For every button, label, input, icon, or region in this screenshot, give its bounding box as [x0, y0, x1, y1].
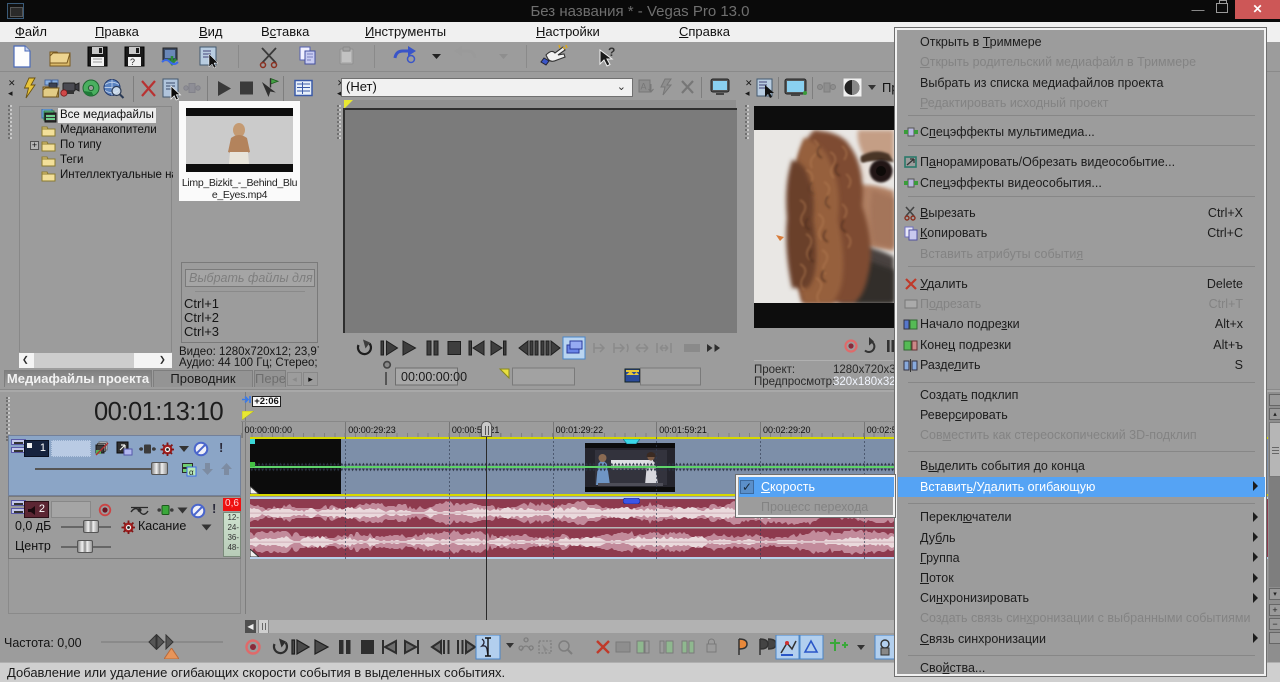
svg-text:?: ? — [608, 45, 615, 59]
svg-text:Пр: Пр — [882, 80, 894, 95]
svg-text:?: ? — [130, 57, 135, 67]
svg-text:00:00:00:00: 00:00:00:00 — [401, 370, 467, 384]
svg-text:α: α — [189, 468, 194, 477]
svg-text:A: A — [641, 82, 647, 92]
